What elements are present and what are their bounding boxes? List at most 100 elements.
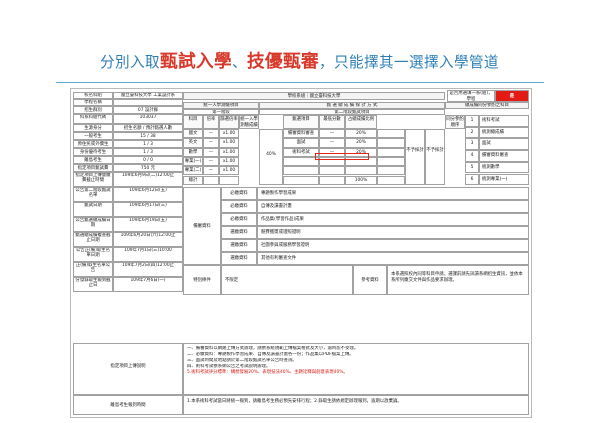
portfolio-label: 備審資料 [183, 187, 221, 265]
island-label: 離島考生報到時間 [73, 395, 183, 415]
left-field-value: 109年6月19日(五) [113, 217, 183, 232]
left-field-label: 分發錄取生報到截止日 [73, 277, 113, 292]
title-highlight-exam: 甄試入學 [160, 52, 233, 72]
portfolio-item: 作品集(學習作品)成果 [257, 213, 529, 226]
left-field-value: 07 設計群 [113, 106, 183, 114]
column-header: 篩選倍率 [219, 115, 239, 129]
left-field-label: 指定項目上傳暨繳費截止時間 [73, 172, 113, 187]
review-order [377, 175, 405, 185]
review-order [377, 166, 405, 176]
portfolio-item: 社團參與或服務學習證明 [257, 239, 529, 252]
top-right-badge: 是 [495, 90, 529, 102]
special-label: 特別條件 [183, 265, 221, 295]
special-value: 不限定 [221, 265, 353, 295]
column-header: 倍率 [203, 115, 219, 129]
review-order [377, 156, 405, 167]
left-field-label: 甄選總成績複查截止日期 [73, 232, 113, 247]
column-header: 甄選項目 [283, 115, 319, 129]
left-field-label: 學程名稱 [73, 99, 113, 106]
subject-ratio: — [203, 156, 219, 167]
review-note: 不予採計 [405, 129, 425, 185]
tie-subject: 統測數學 [479, 161, 529, 174]
tie-order: 5 [465, 161, 479, 174]
left-field-label: 原住民或外僑生 [73, 140, 113, 148]
left-field-label: 身份優待考生 [73, 148, 113, 156]
unified-pct: 40% [259, 129, 283, 185]
top-right-label: 是否用選填一系(組)，學程 [447, 90, 495, 102]
portfolio-tag: 選繳資料 [221, 226, 257, 239]
review-min: — [319, 138, 345, 148]
review-item [283, 175, 319, 185]
review-header: 甄 選 總 成 績 採 計 方 式 [259, 102, 445, 109]
portfolio-tag: 必繳資料 [221, 200, 257, 213]
subject-name: 專業(二) [183, 166, 203, 176]
tie-order: 3 [465, 138, 479, 151]
left-field-value: 109年7月2日(四)12:00止 [113, 262, 183, 277]
column-header: 統一入學測驗成績加權 [239, 115, 259, 129]
subject-ratio: — [203, 147, 219, 157]
subject-weight: x1.00 [219, 129, 239, 139]
title-underline [56, 82, 544, 83]
left-field-label: 公告甄選總成績日期 [73, 217, 113, 232]
left-field-value: 109年7月6日(一) [113, 277, 183, 292]
left-field-value: 招生名額 / 預計甄選人數 [113, 124, 183, 132]
subject-name: 總計 [183, 175, 203, 185]
review-pct: 20% [345, 138, 377, 148]
column-header: 占總成績比例 [345, 115, 377, 129]
tie-order: 2 [465, 126, 479, 139]
review-order [377, 129, 405, 139]
left-field-value: 750 元 [113, 164, 183, 172]
tie-subject: 統測專業(一) [479, 173, 529, 186]
review-item: 術科考試 [283, 147, 319, 157]
highlight-box [315, 153, 369, 160]
review-item [283, 156, 319, 167]
tie-subject: 面試 [479, 138, 529, 151]
notes-label: 指定項目上傳說明 [73, 343, 183, 395]
portfolio-item: 專題製作學習成果 [257, 187, 529, 200]
tie-order: 4 [465, 150, 479, 162]
subject-name: 英文 [183, 138, 203, 148]
tie-subject: 備審資料審查 [479, 150, 529, 162]
subject-ratio: — [203, 138, 219, 148]
island-text: 1.本系術科考試當日將統一報到，請離島考生務必預先安排行程；2.錄取生請依規定辦… [183, 395, 529, 415]
slide-title: 分別入取甄試入學、技優甄審，只能擇其一選擇入學管道 [0, 48, 599, 73]
tie-subject: 統測總成績 [479, 126, 529, 139]
review-item: 面試 [283, 138, 319, 148]
review-order [377, 147, 405, 157]
tie-order: 1 [465, 115, 479, 127]
doc-title: 學校系組｜國立臺科技大學 [183, 92, 445, 100]
title-highlight-skill: 技優甄審 [247, 52, 319, 72]
left-field-label: 公告正(備)取生名單日期 [73, 247, 113, 262]
review-min [319, 166, 345, 176]
review-order [377, 138, 405, 148]
left-field-value: 109年6月12日(五) [113, 187, 183, 202]
unified-exam-header: 統一入學測驗項目 [183, 102, 259, 109]
subject-weight: x1.00 [219, 156, 239, 167]
left-field-label: 生源身分 [73, 124, 113, 132]
portfolio-tag: 必繳資料 [221, 187, 257, 200]
portfolio-item: 自傳及讀書計畫 [257, 200, 529, 213]
subject-weight [219, 175, 239, 185]
review-min: — [319, 129, 345, 139]
left-field-value: 15 / 38 [113, 132, 183, 140]
left-field-value [113, 99, 183, 106]
column-header: 同分參酌順序 [445, 115, 465, 129]
left-field-label: 指定項目甄試費 [73, 164, 113, 172]
left-field-label: 一般考生 [73, 132, 113, 140]
subject-weight: x1.00 [219, 147, 239, 157]
review-pct: 100% [345, 175, 377, 185]
left-field-value: 國立臺科技大學 工業設計系 [113, 92, 183, 99]
column-header: 科目 [183, 115, 203, 129]
portfolio-item: 其他有利審查文件 [257, 252, 529, 265]
tie-break-header: 總成績同分參酌之科目 [445, 102, 529, 109]
subject-name: 專業(一) [183, 156, 203, 167]
review-pct: 20% [345, 129, 377, 139]
ref-text: 本系選照校內同等科目申請，選課前請先詳讀系網招生資訊，並依本系所列繳交文件與作品… [387, 265, 529, 295]
ref-label: 參考資料 [353, 265, 387, 295]
notes-highlight: 5.術科考試評分標準：構想發展20%、表現技法40%、主題詮釋與創意表現40%。 [187, 370, 348, 375]
subject-name: 國文 [183, 129, 203, 139]
subject-ratio [203, 175, 219, 185]
left-field-value: 109年6月17日(三) [113, 202, 183, 217]
left-field-value: 1 / 3 [113, 148, 183, 156]
tie-subject: 術科考試 [479, 115, 529, 127]
